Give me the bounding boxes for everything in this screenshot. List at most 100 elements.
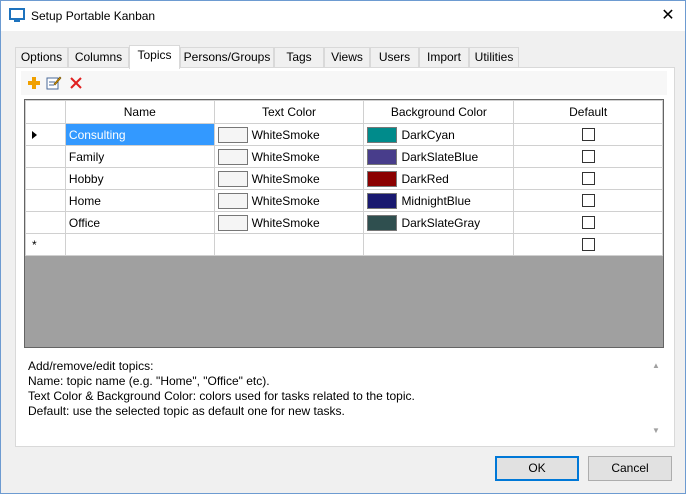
topics-grid: Name Text Color Background Color Default… xyxy=(24,99,664,348)
color-swatch xyxy=(367,192,398,209)
row-header[interactable] xyxy=(25,167,66,190)
tab-options[interactable]: Options xyxy=(15,47,68,68)
background-color-label: MidnightBlue xyxy=(401,193,471,208)
text-color-cell[interactable]: WhiteSmoke xyxy=(213,145,365,168)
title-bar: Setup Portable Kanban ✕ xyxy=(1,1,685,31)
tab-persons-groups[interactable]: Persons/Groups xyxy=(180,47,274,68)
color-swatch xyxy=(217,192,248,209)
app-icon xyxy=(9,8,25,23)
color-swatch xyxy=(217,214,248,231)
name-cell[interactable]: Hobby xyxy=(64,167,215,190)
topics-table: Name Text Color Background Color Default… xyxy=(25,100,663,256)
tab-topics[interactable]: Topics xyxy=(129,45,180,69)
new-row-marker[interactable]: * xyxy=(25,233,66,256)
name-cell[interactable]: Family xyxy=(64,145,215,168)
text-color-label: WhiteSmoke xyxy=(251,215,320,230)
add-icon[interactable] xyxy=(25,74,43,92)
help-line: Add/remove/edit topics: xyxy=(28,359,154,373)
default-checkbox[interactable] xyxy=(581,194,595,207)
ok-button[interactable]: OK xyxy=(495,456,579,481)
text-color-label: WhiteSmoke xyxy=(251,149,320,164)
background-color-cell[interactable]: DarkSlateGray xyxy=(363,211,515,234)
row-header-corner xyxy=(25,100,66,124)
name-cell[interactable]: Office xyxy=(64,211,215,234)
help-text-box: Add/remove/edit topics: Name: topic name… xyxy=(24,357,664,439)
tab-utilities[interactable]: Utilities xyxy=(469,47,519,68)
color-swatch xyxy=(217,170,248,187)
default-checkbox[interactable] xyxy=(581,172,595,185)
setup-dialog: Setup Portable Kanban ✕ Options Columns … xyxy=(0,0,686,494)
text-color-label: WhiteSmoke xyxy=(251,127,320,142)
text-color-label: WhiteSmoke xyxy=(251,171,320,186)
color-swatch xyxy=(367,170,398,187)
text-color-label: WhiteSmoke xyxy=(251,193,320,208)
row-header[interactable] xyxy=(25,211,66,234)
table-row[interactable]: Office WhiteSmoke DarkSlateGray xyxy=(25,211,663,234)
background-color-cell[interactable]: DarkCyan xyxy=(363,123,515,146)
color-swatch xyxy=(367,126,398,143)
color-swatch xyxy=(367,214,398,231)
background-color-label: DarkRed xyxy=(401,171,449,186)
background-color-cell[interactable]: MidnightBlue xyxy=(363,189,515,212)
background-color-cell[interactable]: DarkRed xyxy=(363,167,515,190)
default-cell[interactable] xyxy=(513,233,663,256)
edit-icon[interactable] xyxy=(45,74,63,92)
new-row-star: * xyxy=(32,237,37,252)
row-header[interactable] xyxy=(25,145,66,168)
window-title: Setup Portable Kanban xyxy=(31,9,156,23)
cancel-button[interactable]: Cancel xyxy=(588,456,672,481)
help-line: Text Color & Background Color: colors us… xyxy=(28,389,415,403)
default-cell[interactable] xyxy=(513,167,663,190)
help-scrollbar[interactable]: ▲ ▼ xyxy=(647,357,664,439)
color-swatch xyxy=(217,148,248,165)
tab-columns[interactable]: Columns xyxy=(68,47,129,68)
help-line: Default: use the selected topic as defau… xyxy=(28,404,345,418)
tab-tags[interactable]: Tags xyxy=(274,47,324,68)
scroll-down-icon[interactable]: ▼ xyxy=(652,426,660,435)
default-checkbox[interactable] xyxy=(581,238,595,251)
column-header-text-color[interactable]: Text Color xyxy=(213,100,365,124)
tab-import[interactable]: Import xyxy=(419,47,469,68)
row-pointer-icon[interactable] xyxy=(25,123,66,146)
topics-toolbar xyxy=(21,71,667,95)
name-cell[interactable] xyxy=(64,233,215,256)
column-header-default[interactable]: Default xyxy=(513,100,663,124)
tab-views[interactable]: Views xyxy=(324,47,370,68)
tab-strip: Options Columns Topics Persons/Groups Ta… xyxy=(15,45,675,69)
background-color-label: DarkCyan xyxy=(401,127,455,142)
header-row: Name Text Color Background Color Default xyxy=(25,100,663,124)
close-icon[interactable]: ✕ xyxy=(657,5,679,27)
table-row[interactable]: Hobby WhiteSmoke DarkRed xyxy=(25,167,663,190)
default-checkbox[interactable] xyxy=(581,128,595,141)
tab-users[interactable]: Users xyxy=(370,47,419,68)
background-color-cell[interactable] xyxy=(363,233,515,256)
background-color-label: DarkSlateBlue xyxy=(401,149,479,164)
name-cell[interactable]: Consulting xyxy=(64,123,215,146)
default-checkbox[interactable] xyxy=(581,216,595,229)
text-color-cell[interactable] xyxy=(213,233,365,256)
background-color-label: DarkSlateGray xyxy=(401,215,481,230)
column-header-name[interactable]: Name xyxy=(64,100,215,124)
background-color-cell[interactable]: DarkSlateBlue xyxy=(363,145,515,168)
column-header-background-color[interactable]: Background Color xyxy=(363,100,515,124)
text-color-cell[interactable]: WhiteSmoke xyxy=(213,189,365,212)
delete-icon[interactable] xyxy=(67,74,85,92)
color-swatch xyxy=(217,126,248,143)
default-cell[interactable] xyxy=(513,189,663,212)
text-color-cell[interactable]: WhiteSmoke xyxy=(213,167,365,190)
new-row[interactable]: * xyxy=(25,233,663,256)
default-checkbox[interactable] xyxy=(581,150,595,163)
help-line: Name: topic name (e.g. "Home", "Office" … xyxy=(28,374,270,388)
text-color-cell[interactable]: WhiteSmoke xyxy=(213,211,365,234)
default-cell[interactable] xyxy=(513,211,663,234)
table-row[interactable]: Home WhiteSmoke MidnightBlue xyxy=(25,189,663,212)
text-color-cell[interactable]: WhiteSmoke xyxy=(213,123,365,146)
scroll-up-icon[interactable]: ▲ xyxy=(652,361,660,370)
table-row[interactable]: Family WhiteSmoke DarkSlateBlue xyxy=(25,145,663,168)
color-swatch xyxy=(367,148,398,165)
default-cell[interactable] xyxy=(513,123,663,146)
row-header[interactable] xyxy=(25,189,66,212)
table-row[interactable]: Consulting WhiteSmoke DarkCyan xyxy=(25,123,663,146)
default-cell[interactable] xyxy=(513,145,663,168)
name-cell[interactable]: Home xyxy=(64,189,215,212)
